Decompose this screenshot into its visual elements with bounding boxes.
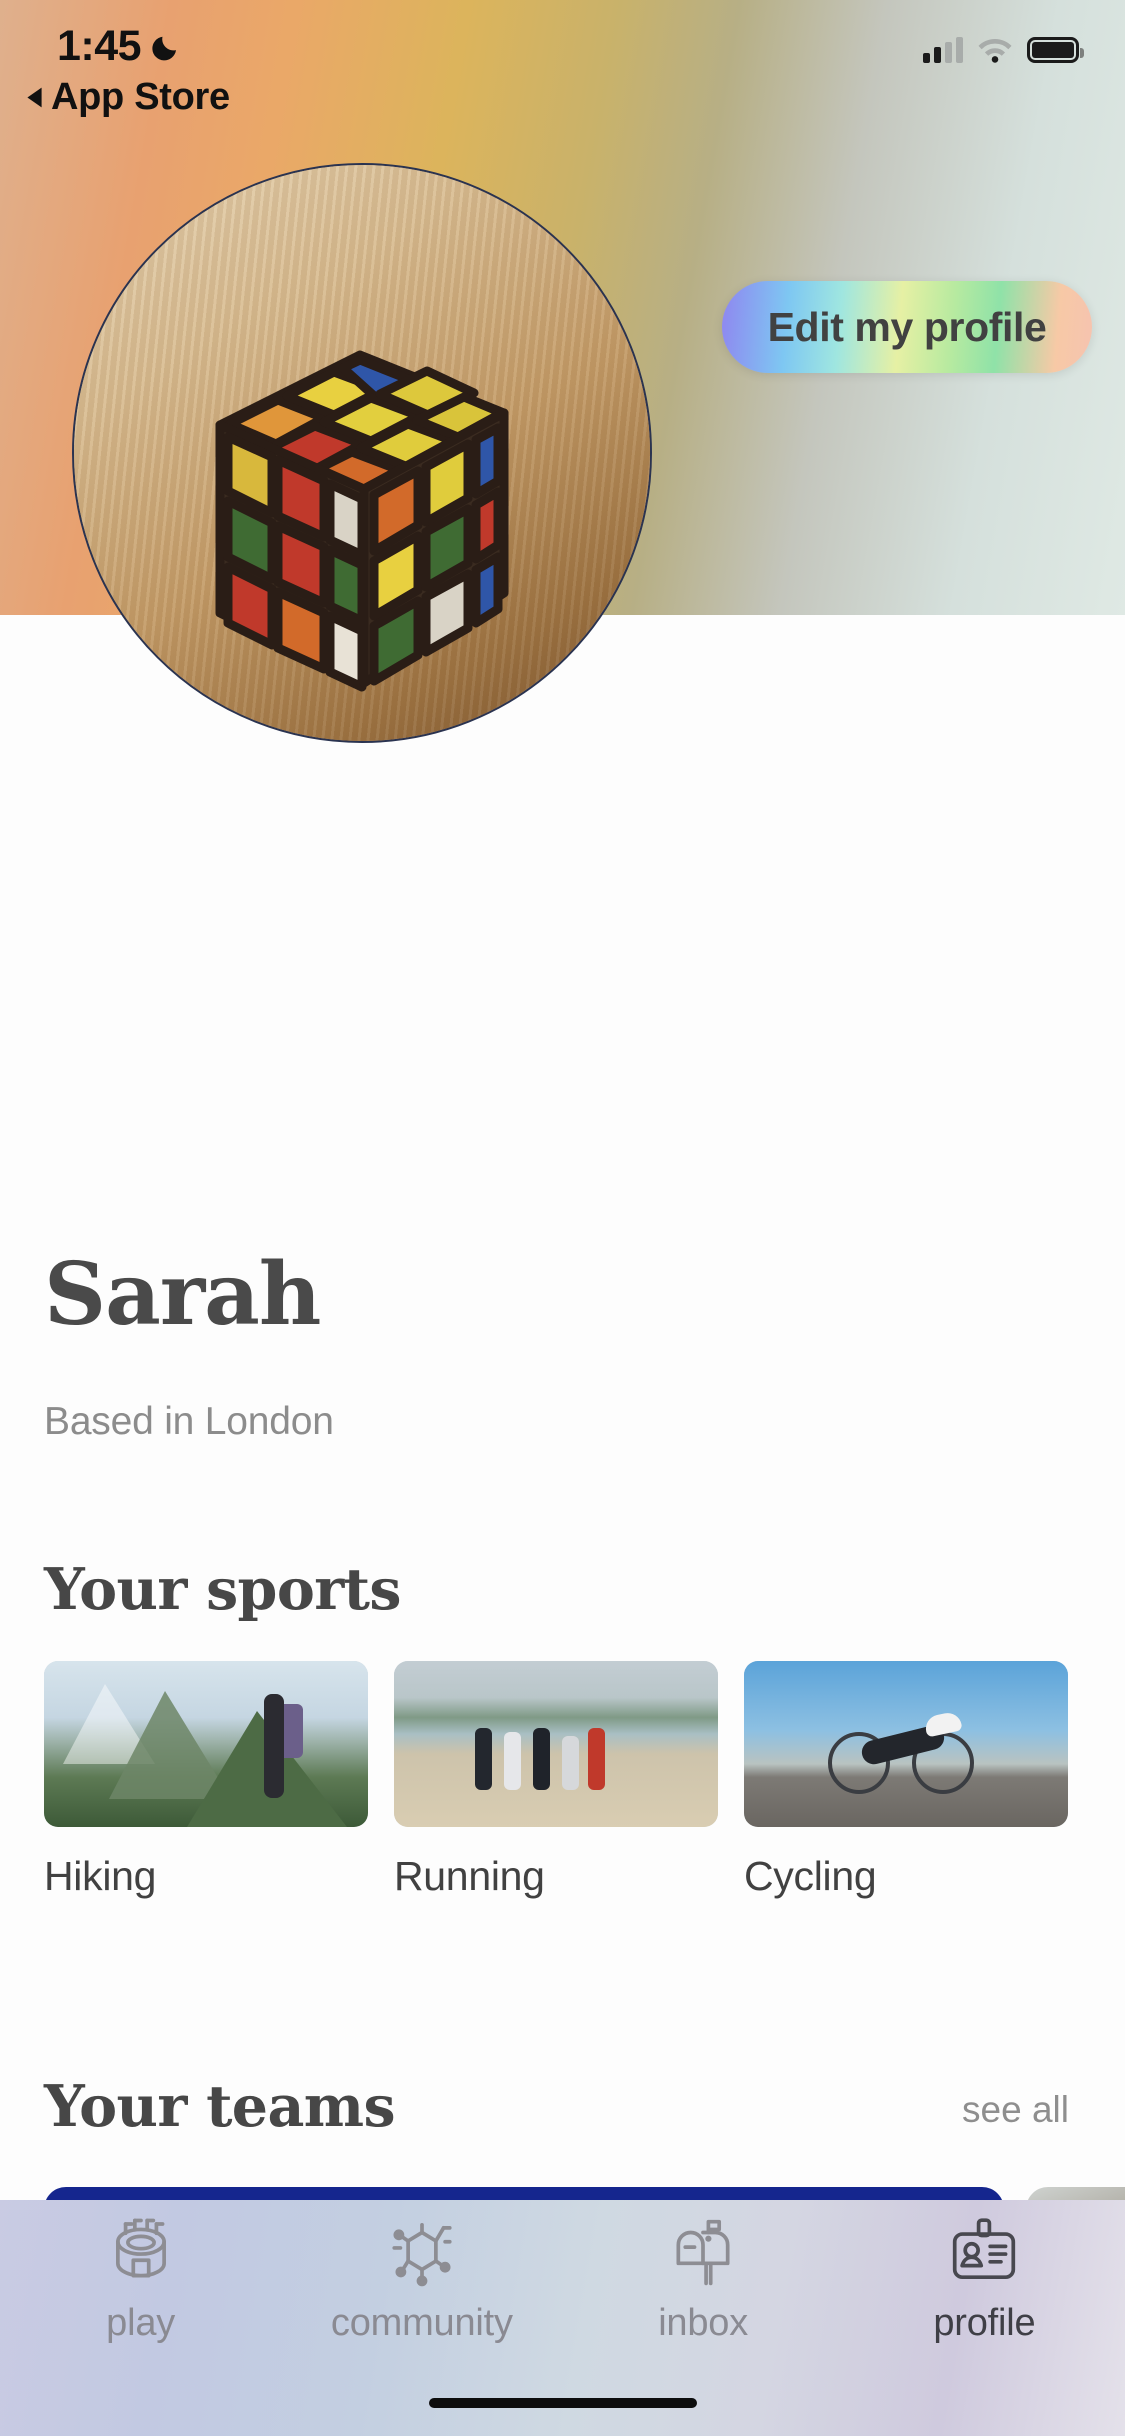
- profile-location: Based in London: [44, 1400, 334, 1443]
- cellular-bars-icon: [923, 36, 963, 63]
- back-to-app-store-link[interactable]: App Store: [26, 76, 230, 119]
- beach-runners-photo: [394, 1661, 718, 1827]
- avatar-image: [72, 163, 652, 743]
- avatar[interactable]: [72, 163, 652, 743]
- phone-screen: 1:45 App Store Edit my profile Sarah Bas…: [0, 0, 1125, 2436]
- tab-label: inbox: [658, 2302, 749, 2344]
- tab-inbox[interactable]: inbox: [563, 2214, 844, 2375]
- sport-card-cycling[interactable]: Cycling: [744, 1661, 1068, 1900]
- wifi-icon: [978, 39, 1012, 63]
- running-thumbnail: [394, 1661, 718, 1827]
- cycling-thumbnail: [744, 1661, 1068, 1827]
- tab-profile[interactable]: profile: [844, 2214, 1125, 2375]
- triangle-left-icon: [27, 87, 42, 108]
- sport-card-hiking[interactable]: Hiking: [44, 1661, 368, 1900]
- your-sports-heading: Your sports: [44, 1556, 401, 1623]
- sports-list: Hiking Running Cycling: [44, 1661, 1084, 1900]
- hiker-on-mountain-photo: [44, 1661, 368, 1827]
- back-label: App Store: [51, 76, 230, 118]
- stadium-icon: [115, 2218, 166, 2278]
- mailbox-icon: [676, 2219, 730, 2286]
- sport-label: Hiking: [44, 1853, 157, 1899]
- page-title: Sarah: [44, 1244, 321, 1345]
- status-time-text: 1:45: [57, 22, 142, 70]
- rubiks-cube-photo: [215, 350, 509, 692]
- status-time: 1:45: [57, 22, 181, 71]
- see-all-link[interactable]: see all: [962, 2089, 1069, 2131]
- tab-play[interactable]: play: [0, 2214, 281, 2375]
- sport-label: Cycling: [744, 1853, 877, 1899]
- tab-label: play: [106, 2302, 176, 2344]
- status-indicators: [923, 36, 1084, 63]
- status-bar: 1:45 App Store: [0, 0, 1125, 130]
- sport-label: Running: [394, 1853, 545, 1899]
- network-icon: [392, 2222, 452, 2287]
- hiking-thumbnail: [44, 1661, 368, 1827]
- battery-full-icon: [1027, 36, 1084, 63]
- bottom-tab-bar: play community inbox profile: [0, 2200, 1125, 2436]
- id-card-icon: [953, 2218, 1016, 2280]
- crescent-moon-icon: [151, 32, 181, 62]
- tab-label: community: [330, 2302, 513, 2344]
- edit-my-profile-button[interactable]: Edit my profile: [722, 281, 1092, 373]
- edit-my-profile-label: Edit my profile: [767, 303, 1047, 350]
- sport-card-running[interactable]: Running: [394, 1661, 718, 1900]
- your-teams-heading: Your teams: [44, 2073, 396, 2140]
- home-indicator[interactable]: [428, 2398, 697, 2408]
- tab-label: profile: [933, 2302, 1036, 2344]
- tab-community[interactable]: community: [281, 2214, 562, 2375]
- cyclist-in-desert-photo: [744, 1661, 1068, 1827]
